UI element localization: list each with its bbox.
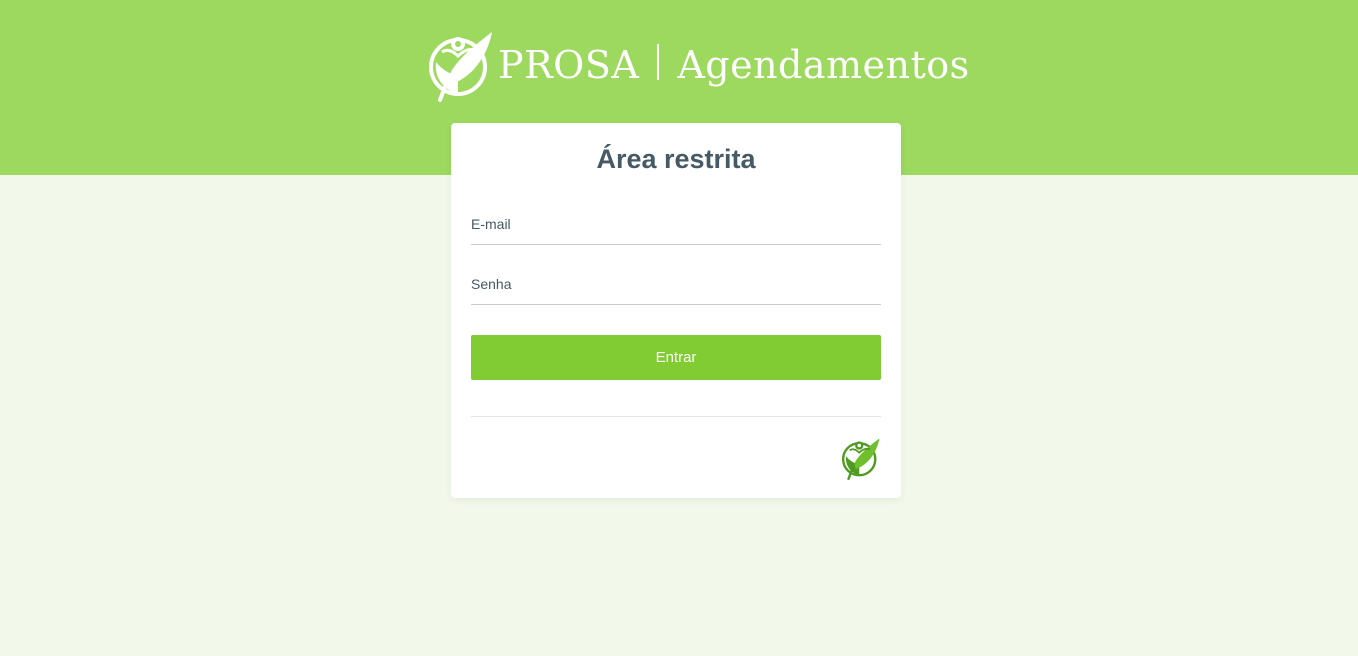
- prosa-leaf-logo-icon: [841, 438, 880, 480]
- prosa-leaf-logo-icon: [429, 32, 492, 102]
- brand-header: PROSA Agendamentos: [428, 28, 970, 102]
- email-field-wrapper: [471, 203, 881, 245]
- card-divider: [471, 416, 881, 417]
- login-card: Área restrita Entrar: [451, 123, 901, 498]
- login-button[interactable]: Entrar: [471, 335, 881, 380]
- app-name: Agendamentos: [677, 43, 970, 87]
- password-field[interactable]: [471, 263, 881, 304]
- login-title: Área restrita: [596, 144, 756, 174]
- brand-separator: [657, 44, 660, 80]
- email-field[interactable]: [471, 203, 881, 244]
- brand-name: PROSA: [498, 43, 640, 87]
- password-field-wrapper: [471, 263, 881, 305]
